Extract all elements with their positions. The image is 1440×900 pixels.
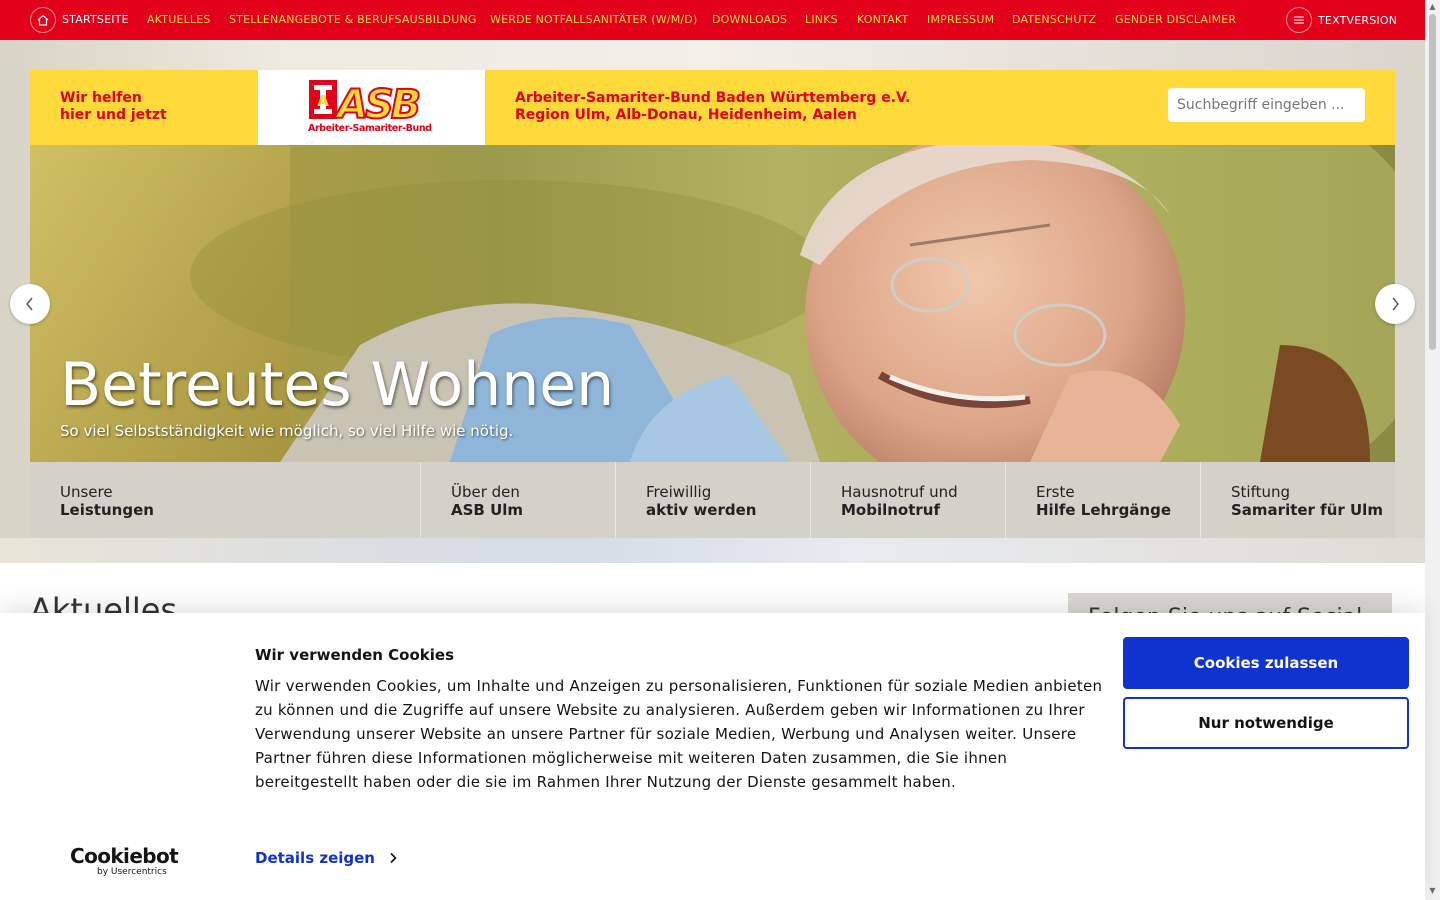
nav-item-gender-disclaimer[interactable]: GENDER DISCLAIMER [1115, 13, 1236, 27]
cookiebot-by: by Usercentrics [97, 867, 167, 877]
quick-link-line1: Über den [451, 483, 520, 501]
quick-link-line2: Samariter für Ulm [1231, 501, 1383, 519]
chevron-left-icon [26, 297, 33, 311]
slider-prev-button[interactable] [10, 284, 50, 324]
tagline-line-1: Wir helfen [60, 90, 142, 106]
quick-link-line2: Leistungen [60, 501, 154, 519]
quick-link-line2: Mobilnotruf [841, 501, 941, 519]
nav-item-aktuelles[interactable]: AKTUELLES [147, 13, 211, 27]
cookiebot-brand: Cookiebot [70, 844, 179, 868]
quick-link-line2: Hilfe Lehrgänge [1036, 501, 1172, 519]
quick-link-line2: aktiv werden [646, 501, 757, 519]
tagline-line-2: hier und jetzt [60, 107, 167, 123]
nav-item-stellenangebote[interactable]: STELLENANGEBOTE & BERUFSAUSBILDUNG [229, 13, 477, 27]
scroll-down-icon[interactable]: ▼ [1425, 884, 1440, 898]
asb-logo-subtitle: Arbeiter-Samariter-Bund [308, 123, 432, 134]
quick-link-freiwillig[interactable]: Freiwillig aktiv werden [616, 462, 811, 538]
nav-item-impressum[interactable]: IMPRESSUM [927, 13, 994, 27]
home-icon [30, 7, 56, 33]
quick-link-erste-hilfe[interactable]: Erste Hilfe Lehrgänge [1006, 462, 1201, 538]
page-scrollbar[interactable]: ▲ ▼ [1425, 0, 1440, 900]
asb-logo-letter: A [317, 92, 329, 110]
quick-link-line1: Unsere [60, 483, 113, 501]
asb-logo-link[interactable]: A ASB Arbeiter-Samariter-Bund [258, 70, 485, 145]
search-input[interactable] [1168, 88, 1365, 122]
asb-logo-text: ASB [334, 82, 419, 128]
quick-link-stiftung[interactable]: Stiftung Samariter für Ulm [1201, 462, 1395, 538]
nav-item-downloads[interactable]: DOWNLOADS [712, 13, 787, 27]
textversion-link[interactable]: TEXTVERSION [1286, 7, 1397, 33]
cookiebot-logo: Cookiebot by Usercentrics [70, 844, 179, 877]
quick-link-hausnotruf[interactable]: Hausnotruf und Mobilnotruf [811, 462, 1006, 538]
scroll-up-icon[interactable]: ▲ [1425, 0, 1440, 14]
cookie-necessary-button[interactable]: Nur notwendige [1123, 697, 1409, 749]
textversion-label: TEXTVERSION [1318, 13, 1398, 27]
header-background-bottom [0, 538, 1425, 563]
nav-item-kontakt[interactable]: KONTAKT [857, 13, 908, 27]
quick-link-line1: Erste [1036, 483, 1075, 501]
chevron-right-icon [1392, 297, 1399, 311]
cookie-details-label: Details zeigen [255, 849, 375, 867]
cookie-title: Wir verwenden Cookies [255, 646, 455, 664]
hero-slider: Betreutes Wohnen So viel Selbstständigke… [30, 145, 1395, 462]
nav-home-link[interactable]: STARTSEITE [30, 7, 129, 33]
nav-item-links[interactable]: LINKS [805, 13, 838, 27]
hero-title: Betreutes Wohnen [60, 350, 615, 420]
hero-subtitle: So viel Selbstständigkeit wie möglich, s… [60, 422, 514, 440]
nav-item-datenschutz[interactable]: DATENSCHUTZ [1012, 13, 1096, 27]
tagline-box: Wir helfen hier und jetzt [30, 70, 258, 145]
cookie-banner: Wir verwenden Cookies Wir verwenden Cook… [0, 613, 1425, 900]
quick-link-line2: ASB Ulm [451, 501, 524, 519]
quick-link-leistungen[interactable]: Unsere Leistungen [30, 462, 421, 538]
quick-link-line1: Stiftung [1231, 483, 1291, 501]
list-icon [1286, 7, 1312, 33]
chevron-right-icon [390, 852, 397, 864]
nav-home-label: STARTSEITE [62, 13, 129, 26]
top-navigation: STARTSEITE AKTUELLES STELLENANGEBOTE & B… [0, 0, 1440, 40]
org-name: Arbeiter-Samariter-Bund Baden Württember… [515, 90, 911, 106]
slider-next-button[interactable] [1375, 284, 1415, 324]
quick-link-ueber-asb-ulm[interactable]: Über den ASB Ulm [421, 462, 616, 538]
scrollbar-thumb[interactable] [1429, 14, 1436, 350]
org-box: Arbeiter-Samariter-Bund Baden Württember… [485, 70, 1395, 145]
cookie-details-link[interactable]: Details zeigen [255, 849, 397, 867]
org-region: Region Ulm, Alb-Donau, Heidenheim, Aalen [515, 107, 857, 123]
quick-link-line1: Hausnotruf und [841, 483, 958, 501]
nav-item-notfallsanitaeter[interactable]: WERDE NOTFALLSANITÄTER (W/M/D) [490, 13, 697, 27]
cookie-allow-button[interactable]: Cookies zulassen [1123, 637, 1409, 689]
asb-logo: A ASB Arbeiter-Samariter-Bund [308, 80, 432, 134]
cookie-text: Wir verwenden Cookies, um Inhalte und An… [255, 677, 1103, 791]
quick-link-line1: Freiwillig [646, 483, 712, 501]
